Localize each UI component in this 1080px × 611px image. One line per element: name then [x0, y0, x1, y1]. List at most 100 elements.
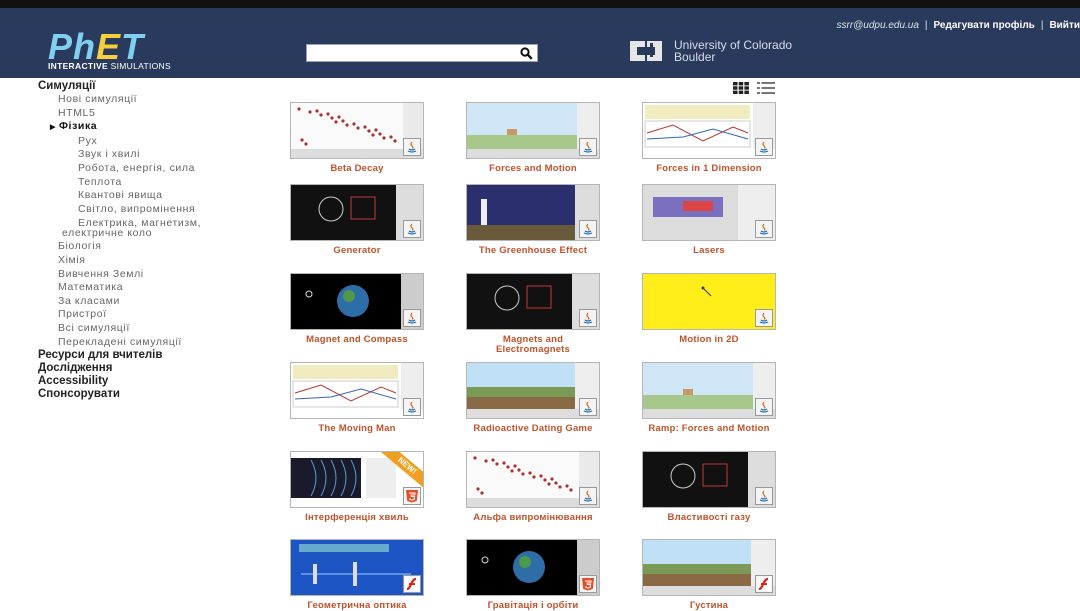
flash-badge [755, 575, 773, 593]
sidebar-item[interactable]: Хімія [38, 254, 258, 268]
search-button[interactable] [517, 45, 535, 61]
simulation-card[interactable]: Геометрична оптика [290, 539, 424, 611]
phet-logo[interactable]: PhET INTERACTIVE SIMULATIONS [48, 26, 208, 72]
sidebar-item[interactable]: Робота, енергія, сила [38, 162, 258, 176]
sidebar-section[interactable]: Спонсорувати [38, 388, 258, 401]
expanded-arrow-icon: ▶ [50, 124, 56, 132]
simulation-card[interactable]: Forces and Motion [466, 102, 600, 174]
edit-profile-link[interactable]: Редагувати профіль [934, 20, 1035, 31]
simulation-title[interactable]: Геометрична оптика [290, 601, 424, 611]
sidebar-item[interactable]: Нові симуляції [38, 93, 258, 107]
sidebar-item-label: За класами [58, 294, 120, 307]
simulation-title[interactable]: Motion in 2D [642, 335, 776, 345]
simulation-card[interactable]: Motion in 2D [642, 273, 776, 345]
sidebar-item-label: HTML5 [58, 106, 96, 119]
simulation-title[interactable]: Radioactive Dating Game [466, 424, 600, 434]
simulation-thumbnail[interactable] [642, 184, 776, 241]
simulation-card[interactable]: Густина [642, 539, 776, 611]
simulation-thumbnail[interactable] [290, 184, 424, 241]
sidebar-item[interactable]: Вивчення Землі [38, 268, 258, 282]
flash-icon [405, 577, 419, 591]
simulation-thumbnail[interactable] [466, 102, 600, 159]
simulation-title[interactable]: Ramp: Forces and Motion [642, 424, 776, 434]
sidebar-item[interactable]: Квантові явища [38, 189, 258, 203]
simulation-title[interactable]: Forces and Motion [466, 164, 600, 174]
simulation-card[interactable]: Magnet and Compass [290, 273, 424, 345]
simulation-card[interactable]: Гравітація і орбіти [466, 539, 600, 611]
simulation-card[interactable]: The Moving Man [290, 362, 424, 434]
simulation-thumbnail[interactable] [290, 539, 424, 596]
java-icon [759, 141, 769, 153]
java-icon [407, 141, 417, 153]
simulation-card[interactable]: Альфа випромінювання [466, 451, 600, 523]
sidebar-item[interactable]: Світло, випромінення [38, 203, 258, 217]
simulation-title[interactable]: The Moving Man [290, 424, 424, 434]
sidebar-section[interactable]: Accessibility [38, 375, 258, 388]
sidebar-item[interactable]: Теплота [38, 176, 258, 190]
simulation-title[interactable]: Інтерференція хвиль [290, 513, 424, 523]
simulation-card[interactable]: Forces in 1 Dimension [642, 102, 776, 174]
search-input[interactable] [307, 48, 515, 62]
separator: | [1040, 20, 1044, 31]
sidebar-item[interactable]: Всі симуляції [38, 322, 258, 336]
grid-view-icon[interactable] [733, 82, 749, 94]
sidebar-item[interactable]: Пристрої [38, 308, 258, 322]
logout-link[interactable]: Вийти [1049, 20, 1080, 31]
simulation-thumbnail[interactable] [642, 539, 776, 596]
sidebar-item[interactable]: Біологія [38, 240, 258, 254]
sidebar-item-label: Пристрої [58, 308, 107, 321]
simulation-thumbnail[interactable] [466, 539, 600, 596]
sidebar-item[interactable]: Електрика, магнетизм, електричне коло [38, 216, 258, 240]
simulation-thumbnail[interactable] [642, 451, 776, 508]
simulation-title[interactable]: Magnets and Electromagnets [466, 335, 600, 354]
simulation-thumbnail[interactable] [290, 273, 424, 330]
list-view-icon[interactable] [757, 82, 775, 94]
simulation-card[interactable]: Generator [290, 184, 424, 256]
simulation-title[interactable]: Lasers [642, 246, 776, 256]
simulation-thumbnail[interactable] [466, 362, 600, 419]
java-badge [755, 309, 773, 327]
simulation-card[interactable]: Ramp: Forces and Motion [642, 362, 776, 434]
simulation-thumbnail[interactable] [642, 362, 776, 419]
sidebar-item[interactable]: Звук і хвилі [38, 148, 258, 162]
simulation-card[interactable]: Magnets and Electromagnets [466, 273, 600, 354]
sidebar-item[interactable]: ▶ Фізика [38, 120, 258, 135]
simulation-title[interactable]: Magnet and Compass [290, 335, 424, 345]
simulation-card[interactable]: Властивості газу [642, 451, 776, 523]
sidebar-item-label: Теплота [78, 175, 122, 188]
simulation-thumbnail[interactable] [290, 102, 424, 159]
sidebar-section[interactable]: Дослідження [38, 362, 258, 375]
sidebar-section[interactable]: Ресурси для вчителів [38, 349, 258, 362]
html5-icon [406, 490, 418, 503]
simulation-title[interactable]: Generator [290, 246, 424, 256]
simulation-thumbnail[interactable] [642, 102, 776, 159]
cu-boulder-brand[interactable]: University of Colorado Boulder [628, 39, 792, 63]
sidebar-item[interactable]: Математика [38, 281, 258, 295]
simulation-thumbnail[interactable] [466, 273, 600, 330]
simulation-title[interactable]: Властивості газу [642, 513, 776, 523]
simulation-thumbnail[interactable] [290, 362, 424, 419]
simulation-thumbnail[interactable]: NEW! [290, 451, 424, 508]
sidebar-item[interactable]: Перекладені симуляції [38, 336, 258, 350]
simulation-card[interactable]: Lasers [642, 184, 776, 256]
simulation-card[interactable]: NEW! Інтерференція хвиль [290, 451, 424, 523]
sidebar-item[interactable]: HTML5 [38, 107, 258, 121]
simulation-title[interactable]: The Greenhouse Effect [466, 246, 600, 256]
simulation-title[interactable]: Густина [642, 601, 776, 611]
simulation-title[interactable]: Гравітація і орбіти [466, 601, 600, 611]
sidebar-section[interactable]: Симуляції [38, 80, 258, 93]
java-icon [583, 141, 593, 153]
simulation-thumbnail[interactable] [642, 273, 776, 330]
simulation-card[interactable]: Beta Decay [290, 102, 424, 174]
sidebar-item[interactable]: За класами [38, 295, 258, 309]
simulation-title[interactable]: Forces in 1 Dimension [642, 164, 776, 174]
simulation-thumbnail[interactable] [466, 184, 600, 241]
sidebar-item-label: Нові симуляції [58, 93, 138, 105]
sidebar-item[interactable]: Рух [38, 135, 258, 149]
simulation-card[interactable]: Radioactive Dating Game [466, 362, 600, 434]
simulation-thumbnail[interactable] [466, 451, 600, 508]
simulation-title[interactable]: Альфа випромінювання [466, 513, 600, 523]
sidebar-item-label: Симуляції [38, 80, 96, 92]
simulation-title[interactable]: Beta Decay [290, 164, 424, 174]
simulation-card[interactable]: The Greenhouse Effect [466, 184, 600, 256]
